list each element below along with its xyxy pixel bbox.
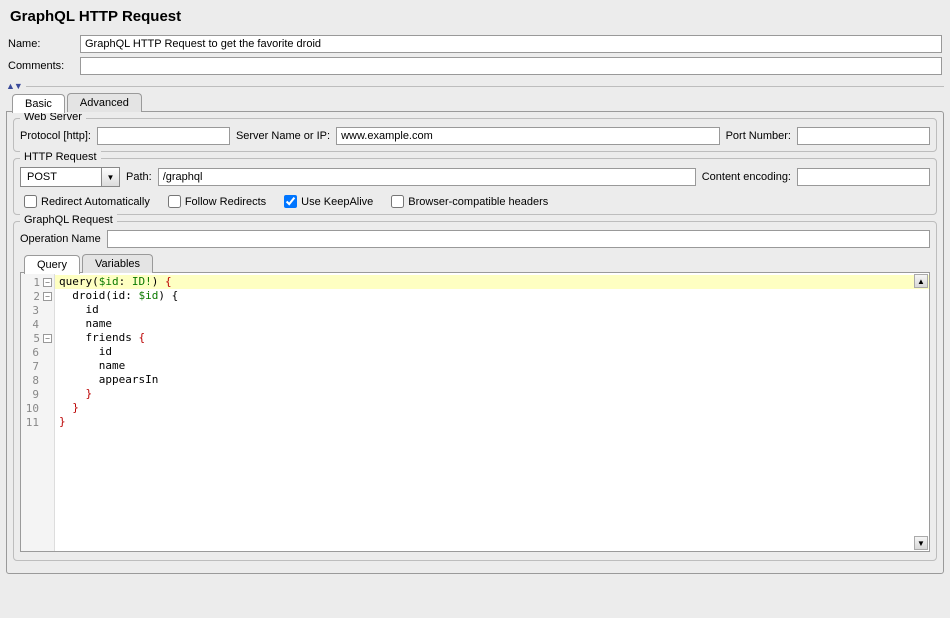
scroll-down-icon[interactable]: ▼ bbox=[914, 536, 928, 550]
name-input[interactable] bbox=[80, 35, 942, 53]
tab-content-basic: Web Server Protocol [http]: Server Name … bbox=[6, 111, 944, 574]
path-label: Path: bbox=[126, 171, 152, 183]
page-title: GraphQL HTTP Request bbox=[10, 8, 944, 25]
encoding-input[interactable] bbox=[797, 168, 930, 186]
tab-basic[interactable]: Basic bbox=[12, 94, 65, 113]
tab-query[interactable]: Query bbox=[24, 255, 80, 274]
chevron-down-icon[interactable]: ▼ bbox=[101, 168, 119, 186]
protocol-label: Protocol [http]: bbox=[20, 130, 91, 142]
encoding-label: Content encoding: bbox=[702, 171, 791, 183]
method-value: POST bbox=[21, 171, 101, 183]
port-input[interactable] bbox=[797, 127, 930, 145]
path-input[interactable] bbox=[158, 168, 696, 186]
tab-advanced[interactable]: Advanced bbox=[67, 93, 142, 112]
collapse-toggle[interactable]: ▲▼ bbox=[6, 81, 22, 91]
method-select[interactable]: POST ▼ bbox=[20, 167, 120, 187]
gutter: 1− 2− 3 4 5− 6 7 8 9 10 11 bbox=[21, 273, 55, 551]
graphql-legend: GraphQL Request bbox=[20, 214, 117, 226]
comments-input[interactable] bbox=[80, 57, 942, 75]
chk-redirect[interactable]: Redirect Automatically bbox=[24, 195, 150, 208]
name-label: Name: bbox=[8, 38, 80, 50]
chk-browser-box[interactable] bbox=[391, 195, 404, 208]
operation-label: Operation Name bbox=[20, 233, 101, 245]
chk-follow[interactable]: Follow Redirects bbox=[168, 195, 266, 208]
graphql-group: GraphQL Request Operation Name Query Var… bbox=[13, 221, 937, 561]
tab-variables[interactable]: Variables bbox=[82, 254, 153, 273]
query-editor[interactable]: 1− 2− 3 4 5− 6 7 8 9 10 11 query($id: ID… bbox=[20, 272, 930, 552]
fold-icon[interactable]: − bbox=[43, 292, 52, 301]
chk-browser[interactable]: Browser-compatible headers bbox=[391, 195, 548, 208]
scroll-up-icon[interactable]: ▲ bbox=[914, 274, 928, 288]
server-label: Server Name or IP: bbox=[236, 130, 330, 142]
comments-label: Comments: bbox=[8, 60, 80, 72]
chk-keepalive[interactable]: Use KeepAlive bbox=[284, 195, 373, 208]
port-label: Port Number: bbox=[726, 130, 791, 142]
code-area[interactable]: query($id: ID!) { droid(id: $id) { id na… bbox=[55, 273, 929, 551]
chk-redirect-box[interactable] bbox=[24, 195, 37, 208]
chk-keepalive-box[interactable] bbox=[284, 195, 297, 208]
operation-input[interactable] bbox=[107, 230, 930, 248]
web-server-group: Web Server Protocol [http]: Server Name … bbox=[13, 118, 937, 152]
fold-icon[interactable]: − bbox=[43, 278, 52, 287]
chk-follow-box[interactable] bbox=[168, 195, 181, 208]
fold-icon[interactable]: − bbox=[43, 334, 52, 343]
separator bbox=[26, 86, 944, 87]
http-request-legend: HTTP Request bbox=[20, 151, 101, 163]
http-request-group: HTTP Request POST ▼ Path: Content encodi… bbox=[13, 158, 937, 215]
protocol-input[interactable] bbox=[97, 127, 230, 145]
server-input[interactable] bbox=[336, 127, 720, 145]
